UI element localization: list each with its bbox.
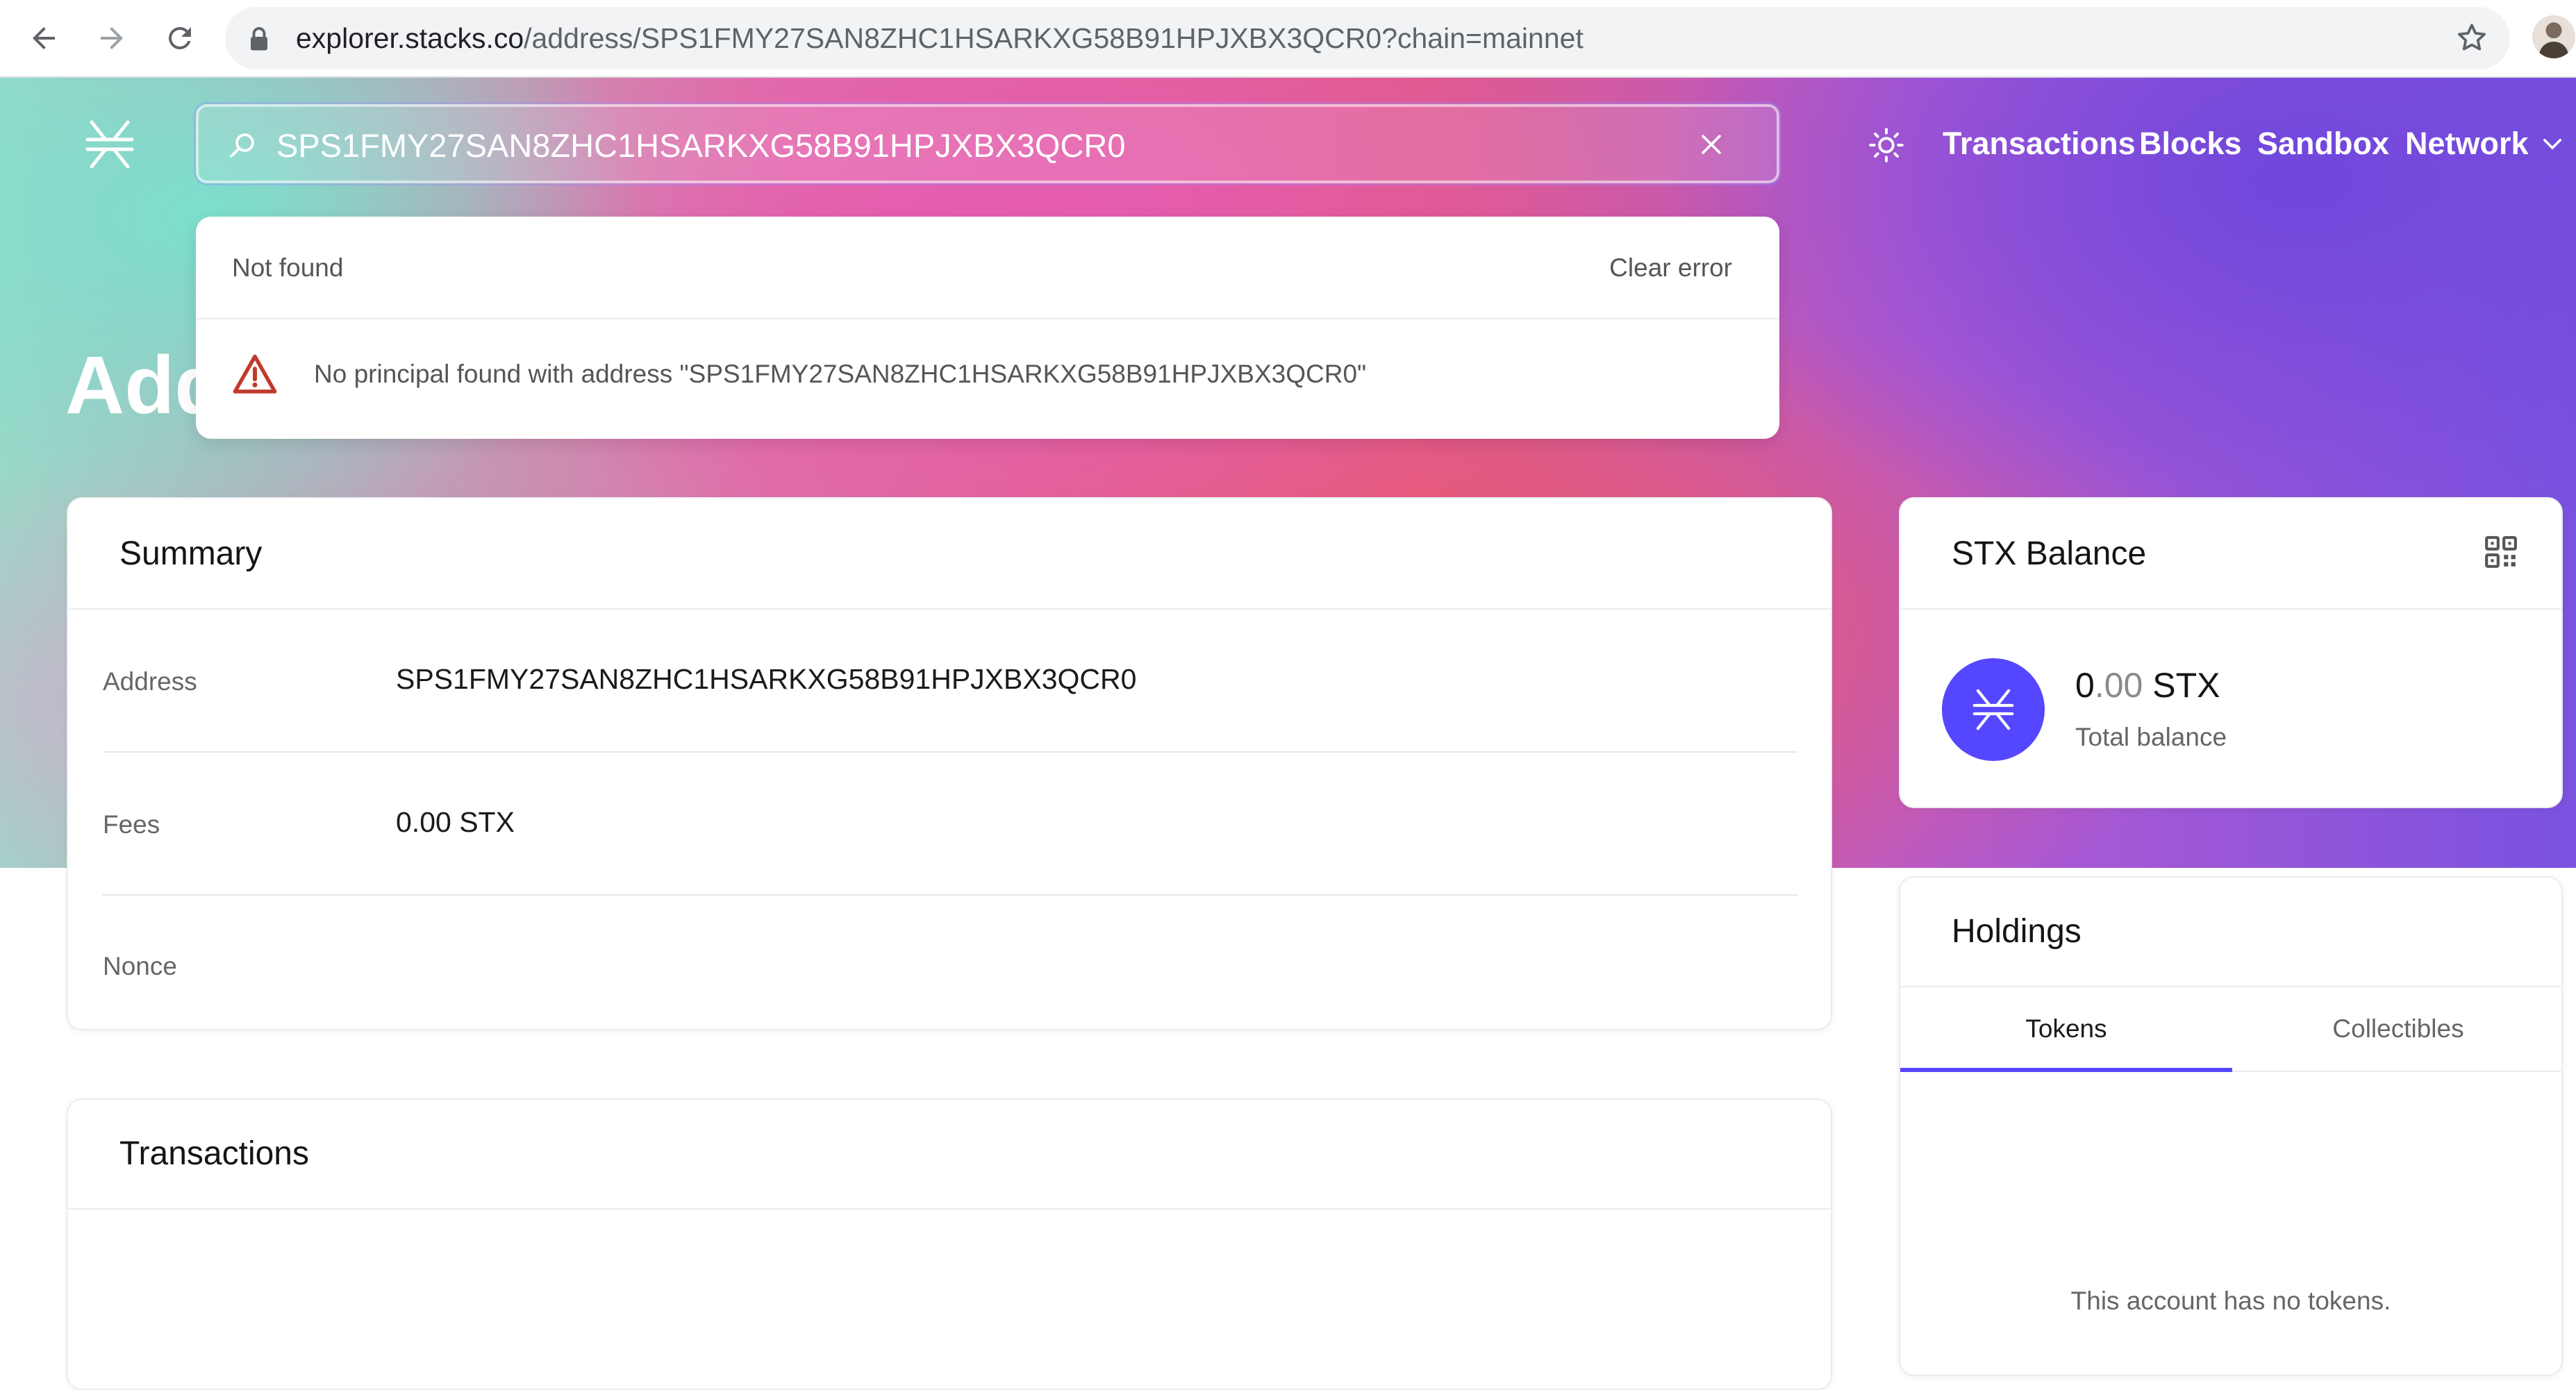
summary-card: Summary Address SPS1FMY27SAN8ZHC1HSARKXG… bbox=[67, 497, 1832, 1030]
back-arrow-icon[interactable] bbox=[21, 15, 67, 61]
stx-balance-card: STX Balance 0.00 STX Total balance bbox=[1899, 497, 2563, 808]
address-value[interactable]: SPS1FMY27SAN8ZHC1HSARKXG58B91HPJXBX3QCR0 bbox=[396, 662, 1136, 696]
balance-amount: 0.00 STX bbox=[2075, 665, 2220, 705]
transactions-header: Transactions bbox=[68, 1100, 1831, 1209]
search-icon bbox=[230, 133, 254, 158]
stacks-logo-icon bbox=[1972, 689, 2014, 730]
fees-value: 0.00 STX bbox=[396, 806, 515, 838]
row-label: Fees bbox=[103, 810, 160, 839]
clear-error-button[interactable]: Clear error bbox=[1609, 253, 1732, 283]
search-error-message: No principal found with address "SPS1FMY… bbox=[314, 360, 1367, 388]
url-host: explorer.stacks.co bbox=[296, 22, 524, 54]
close-icon[interactable] bbox=[1699, 132, 1724, 157]
holdings-header: Holdings bbox=[1900, 878, 2561, 987]
sun-icon[interactable] bbox=[1868, 127, 1904, 163]
url-path: /address/SPS1FMY27SAN8ZHC1HSARKXG58B91HP… bbox=[524, 22, 1584, 54]
balance-header: STX Balance bbox=[1900, 499, 2561, 610]
qr-code-icon[interactable] bbox=[2484, 535, 2518, 569]
row-label: Address bbox=[103, 667, 197, 696]
warning-icon bbox=[233, 354, 277, 394]
search-error-title: Not found bbox=[232, 253, 344, 282]
transactions-card: Transactions bbox=[67, 1098, 1832, 1390]
lock-icon bbox=[251, 27, 267, 51]
search-input[interactable] bbox=[276, 128, 1596, 164]
balance-caption: Total balance bbox=[2075, 723, 2227, 751]
search-bar[interactable] bbox=[196, 104, 1779, 183]
nav-link-network[interactable]: Network bbox=[2405, 125, 2529, 162]
row-label: Nonce bbox=[103, 952, 177, 980]
summary-row-address: Address SPS1FMY27SAN8ZHC1HSARKXG58B91HPJ… bbox=[103, 610, 1797, 753]
summary-title: Summary bbox=[119, 535, 263, 572]
nav-link-blocks[interactable]: Blocks bbox=[2139, 125, 2242, 162]
stacks-logo-icon[interactable] bbox=[82, 117, 138, 172]
holdings-card: Holdings Tokens Collectibles This accoun… bbox=[1899, 876, 2563, 1376]
summary-row-nonce: Nonce bbox=[103, 894, 1797, 1036]
tab-tokens[interactable]: Tokens bbox=[1900, 987, 2232, 1072]
forward-arrow-icon[interactable] bbox=[89, 15, 135, 61]
balance-title: STX Balance bbox=[1952, 535, 2147, 572]
tab-collectibles[interactable]: Collectibles bbox=[2232, 987, 2564, 1071]
balance-unit: STX bbox=[2143, 666, 2220, 705]
transactions-title: Transactions bbox=[119, 1135, 309, 1172]
empty-tokens-message: This account has no tokens. bbox=[2070, 1287, 2391, 1315]
avatar[interactable] bbox=[2532, 15, 2575, 58]
chevron-down-icon[interactable] bbox=[2542, 136, 2563, 153]
holdings-tabs: Tokens Collectibles bbox=[1900, 987, 2561, 1072]
stx-token-icon bbox=[1942, 658, 2045, 761]
address-bar-url: explorer.stacks.co/address/SPS1FMY27SAN8… bbox=[296, 22, 1584, 54]
star-icon[interactable] bbox=[2454, 21, 2489, 56]
reload-icon[interactable] bbox=[157, 15, 203, 61]
address-bar[interactable]: explorer.stacks.co/address/SPS1FMY27SAN8… bbox=[225, 7, 2510, 69]
summary-header: Summary bbox=[68, 499, 1831, 610]
nav-link-sandbox[interactable]: Sandbox bbox=[2257, 125, 2389, 162]
nav-link-transactions[interactable]: Transactions bbox=[1943, 125, 2136, 162]
summary-row-fees: Fees 0.00 STX bbox=[103, 753, 1797, 896]
search-error-dropdown: Not found Clear error No principal found… bbox=[196, 217, 1779, 439]
browser-toolbar: explorer.stacks.co/address/SPS1FMY27SAN8… bbox=[0, 0, 2576, 78]
balance-decimals: .00 bbox=[2094, 666, 2143, 705]
search-error-header: Not found Clear error bbox=[196, 217, 1779, 319]
holdings-title: Holdings bbox=[1952, 913, 2081, 950]
balance-whole: 0 bbox=[2075, 666, 2095, 705]
